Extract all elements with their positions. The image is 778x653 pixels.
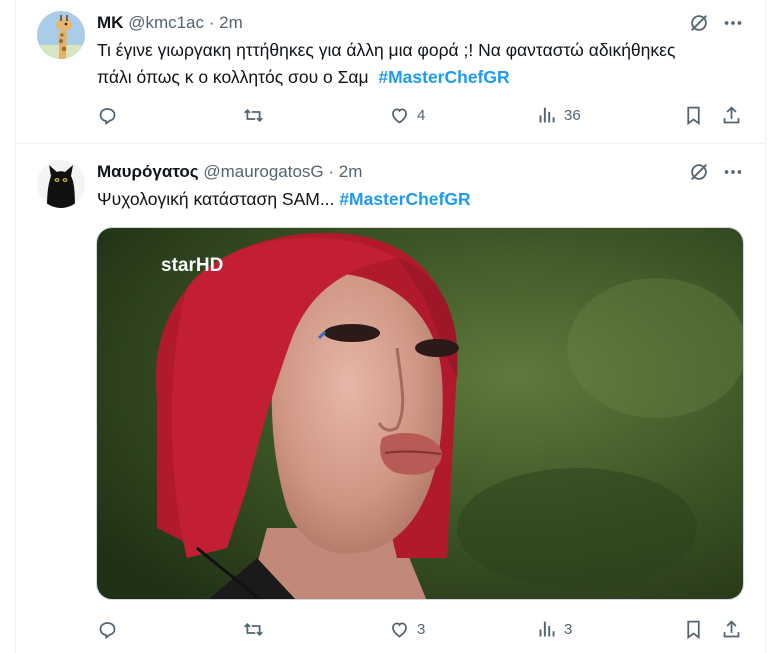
more-icon[interactable] xyxy=(722,161,744,183)
reply-icon xyxy=(99,621,116,639)
like-button[interactable]: 4 xyxy=(389,104,425,126)
user-handle[interactable]: @kmc1ac xyxy=(128,13,204,32)
separator-dot: · xyxy=(328,162,335,181)
reply-button[interactable] xyxy=(97,618,118,640)
share-icon xyxy=(723,105,740,123)
more-icon[interactable] xyxy=(722,12,744,34)
timestamp[interactable]: 2m xyxy=(219,13,243,32)
bookmark-icon xyxy=(687,106,700,125)
bookmark-button[interactable] xyxy=(683,618,704,640)
reply-icon xyxy=(99,107,116,125)
views-count: 3 xyxy=(564,620,573,638)
share-icon xyxy=(723,619,740,637)
tweet-header: ΜΚ @kmc1ac · 2m xyxy=(97,13,243,33)
tweet-media-image[interactable]: starHD xyxy=(96,227,744,600)
user-handle[interactable]: @maurogatosG xyxy=(203,162,323,181)
tweet-header: Μαυρόγατος @maurogatosG · 2m xyxy=(97,162,362,182)
hashtag-link[interactable]: #MasterChefGR xyxy=(339,189,470,209)
views-icon xyxy=(539,621,555,636)
like-count: 4 xyxy=(417,106,426,124)
retweet-button[interactable] xyxy=(243,104,264,126)
avatar[interactable] xyxy=(37,11,85,59)
tweet-text-segment: Ψυχολογική κατάσταση SAM... xyxy=(97,189,335,209)
separator-dot: · xyxy=(208,13,215,32)
heart-icon xyxy=(392,621,407,638)
tweet-text: Ψυχολογική κατάσταση SAM... #MasterChefG… xyxy=(97,186,747,213)
heart-icon xyxy=(392,107,407,124)
hashtag-link[interactable]: #MasterChefGR xyxy=(378,67,509,87)
retweet-icon xyxy=(244,108,263,122)
black-cat-avatar-icon xyxy=(37,160,85,208)
views-button[interactable]: 3 xyxy=(536,618,572,640)
timestamp[interactable]: 2m xyxy=(339,162,363,181)
share-button[interactable] xyxy=(721,104,742,126)
tweet-text-segment: πάλι όπως κ ο κολλητός σου ο Σαμ xyxy=(97,67,369,87)
reply-button[interactable] xyxy=(97,104,118,126)
display-name[interactable]: ΜΚ xyxy=(97,13,123,32)
crying-woman-photo: starHD xyxy=(97,228,743,599)
tweet-divider xyxy=(15,143,764,144)
tweet-text-line: Τι έγινε γιωργακη ηττήθηκες για άλλη μια… xyxy=(97,40,676,60)
retweet-icon xyxy=(244,622,263,636)
bookmark-icon xyxy=(687,620,700,639)
views-button[interactable]: 36 xyxy=(536,104,581,126)
giraffe-avatar-icon xyxy=(37,11,85,59)
tweet-text-line: πάλι όπως κ ο κολλητός σου ο Σαμ #Master… xyxy=(97,64,747,91)
bookmark-button[interactable] xyxy=(683,104,704,126)
tweet-text: Τι έγινε γιωργακη ηττήθηκες για άλλη μια… xyxy=(97,37,747,91)
display-name[interactable]: Μαυρόγατος xyxy=(97,162,199,181)
media-watermark: starHD xyxy=(161,255,223,276)
retweet-button[interactable] xyxy=(243,618,264,640)
like-count: 3 xyxy=(417,620,426,638)
like-button[interactable]: 3 xyxy=(389,618,425,640)
views-count: 36 xyxy=(564,106,581,124)
avatar[interactable] xyxy=(37,160,85,208)
views-icon xyxy=(539,107,555,122)
share-button[interactable] xyxy=(721,618,742,640)
grok-icon[interactable] xyxy=(688,12,710,34)
grok-icon[interactable] xyxy=(688,161,710,183)
